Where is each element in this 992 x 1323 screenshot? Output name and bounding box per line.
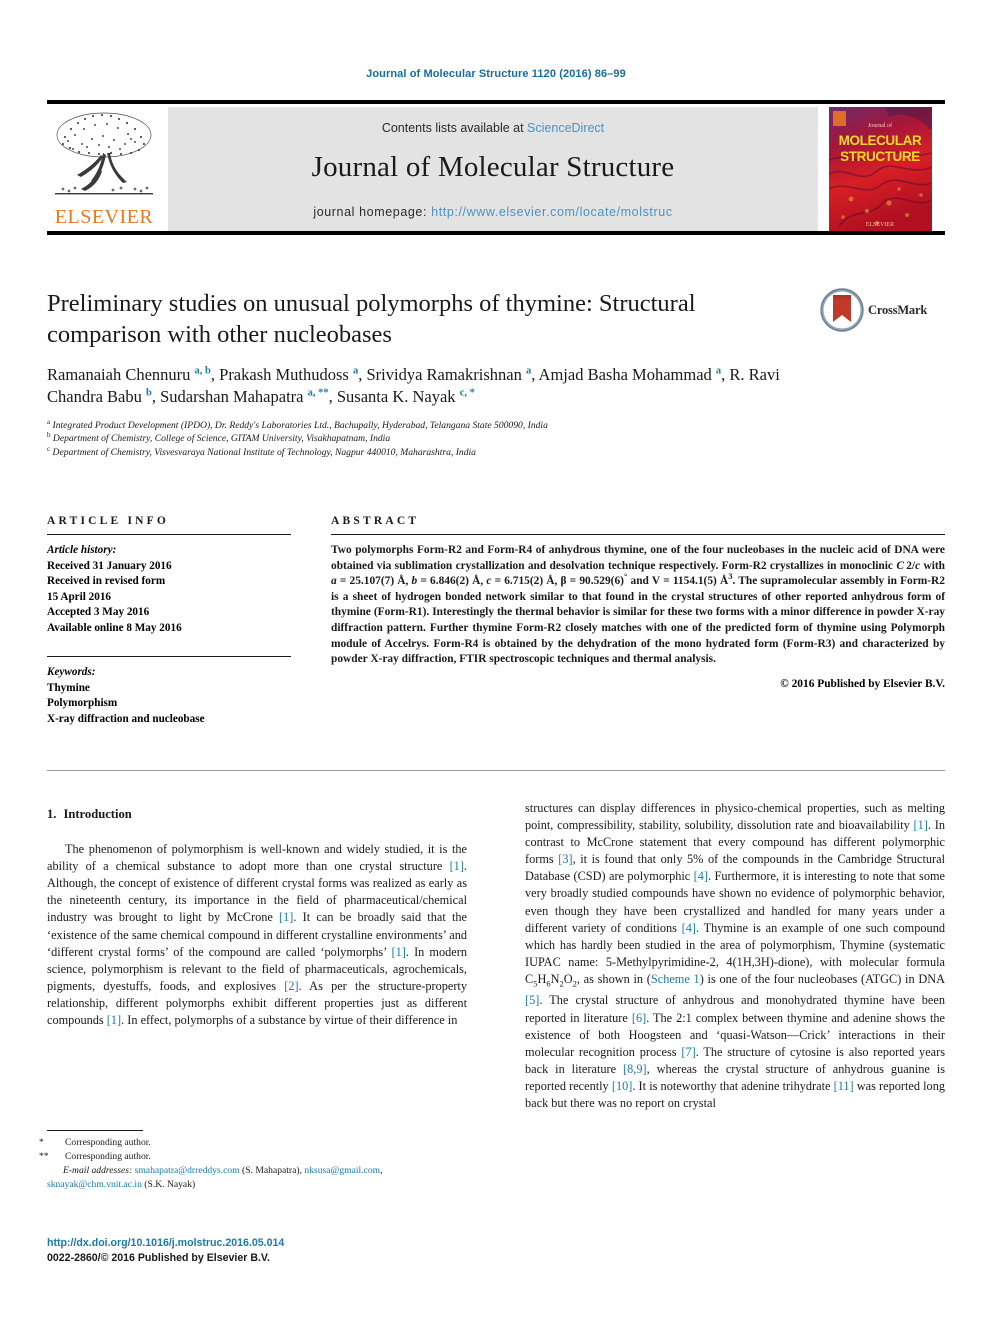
crossmark-icon[interactable]: [820, 288, 864, 332]
masthead-banner: Contents lists available at ScienceDirec…: [168, 107, 818, 231]
doi-block: http://dx.doi.org/10.1016/j.molstruc.201…: [47, 1236, 477, 1266]
crossmark-label: CrossMark: [868, 303, 928, 317]
svg-text:ELSEVIER: ELSEVIER: [866, 222, 894, 228]
footnote-rule: [47, 1130, 143, 1131]
journal-homepage-line: journal homepage: http://www.elsevier.co…: [168, 205, 818, 219]
elsevier-wordmark: ELSEVIER: [54, 206, 154, 228]
footnote-emails: E-mail addresses: smahapatra@drreddys.co…: [47, 1164, 467, 1191]
email-link-2[interactable]: nksusa@gmail.com: [304, 1165, 380, 1176]
affiliation-item: a Integrated Product Development (IPDO),…: [47, 417, 792, 432]
homepage-prefix: journal homepage:: [313, 205, 432, 219]
affiliation-mark: a: [47, 417, 51, 426]
svg-text:Journal of: Journal of: [868, 122, 892, 129]
email-link-3[interactable]: sknayak@chm.vnit.ac.in: [47, 1179, 142, 1190]
abstract-column: ABSTRACT Two polymorphs Form-R2 and Form…: [331, 515, 945, 690]
email-addresses-label: E-mail addresses:: [63, 1165, 133, 1177]
footnote-text: Corresponding author.: [65, 1150, 151, 1162]
masthead-bottom-rule: [47, 231, 945, 235]
svg-text:MOLECULAR: MOLECULAR: [839, 133, 922, 148]
journal-cover-art: Journal of MOLECULAR STRUCTURE ELSEVIER: [829, 107, 932, 231]
body-column-left: 1. Introduction The phenomenon of polymor…: [47, 806, 467, 1029]
body-divider: [47, 770, 945, 771]
history-item: 15 April 2016: [47, 590, 112, 603]
article-history-label: Article history:: [47, 544, 117, 556]
title-block: Preliminary studies on unusual polymorph…: [47, 288, 792, 459]
affiliation-item: c Department of Chemistry, Visvesvaraya …: [47, 444, 792, 459]
history-item: Accepted 3 May 2016: [47, 606, 150, 618]
email-owner-3: (S.K. Nayak): [144, 1178, 196, 1190]
article-history-list: Received 31 January 2016 Received in rev…: [47, 559, 291, 637]
abstract-text: Two polymorphs Form-R2 and Form-R4 of an…: [331, 544, 945, 666]
crossmark-badge[interactable]: CrossMark: [820, 288, 940, 344]
abstract-copyright: © 2016 Published by Elsevier B.V.: [780, 677, 945, 690]
footnote-mark: **: [39, 1150, 49, 1162]
keywords-list: Thymine Polymorphism X-ray diffraction a…: [47, 681, 291, 728]
footnote-block: * Corresponding author. ** Corresponding a…: [39, 1130, 467, 1191]
abstract-rule: [331, 534, 945, 535]
author-list: Ramanaiah Chennuru a, b, Prakash Muthudo…: [47, 365, 780, 406]
email-owner-1: (S. Mahapatra): [242, 1165, 300, 1177]
elsevier-logo: ELSEVIER: [47, 107, 161, 231]
footnote-mark: *: [39, 1137, 44, 1148]
paragraph: The phenomenon of polymorphism is well-k…: [47, 842, 467, 1028]
journal-masthead: ELSEVIER Contents lists available at Sci…: [47, 100, 945, 235]
masthead-top-rule: [47, 100, 945, 104]
article-info-rule: [47, 534, 291, 535]
email-separator-2: ,: [380, 1165, 383, 1177]
svg-text:STRUCTURE: STRUCTURE: [840, 149, 920, 164]
affiliation-list: a Integrated Product Development (IPDO),…: [47, 417, 792, 459]
keyword-item: Thymine: [47, 681, 90, 694]
affiliation-text: Department of Chemistry, College of Scie…: [52, 433, 391, 445]
keywords-block: Keywords: Thymine Polymorphism X-ray dif…: [47, 665, 291, 727]
journal-article-page: Journal of Molecular Structure 1120 (201…: [0, 0, 992, 1323]
history-item: Available online 8 May 2016: [47, 621, 182, 634]
email-link-1[interactable]: smahapatra@drreddys.com: [135, 1165, 240, 1176]
contents-lists-line: Contents lists available at ScienceDirec…: [168, 121, 818, 135]
article-info-heading: ARTICLE INFO: [47, 515, 170, 527]
keyword-item: Polymorphism: [47, 697, 118, 709]
body-column-right: structures can display differences in ph…: [525, 800, 945, 1112]
email-separator: ,: [299, 1165, 302, 1177]
contents-prefix: Contents lists available at: [381, 121, 528, 135]
affiliation-mark: b: [47, 431, 51, 440]
section-title: Introduction: [63, 807, 132, 821]
affiliation-text: Integrated Product Development (IPDO), D…: [52, 420, 548, 431]
journal-homepage-link[interactable]: http://www.elsevier.com/locate/molstruc: [431, 205, 673, 219]
sciencedirect-link[interactable]: ScienceDirect: [527, 121, 604, 135]
history-item: Received 31 January 2016: [47, 559, 172, 572]
abstract-heading: ABSTRACT: [331, 515, 420, 527]
affiliation-item: b Department of Chemistry, College of Sc…: [47, 432, 792, 445]
page-title: Preliminary studies on unusual polymorph…: [47, 290, 696, 348]
paragraph: structures can display differences in ph…: [525, 801, 946, 1111]
keywords-label: Keywords:: [47, 666, 96, 678]
affiliation-mark: c: [47, 444, 51, 453]
journal-cover-thumbnail: Journal of MOLECULAR STRUCTURE ELSEVIER: [829, 107, 932, 231]
running-head: Journal of Molecular Structure 1120 (201…: [366, 68, 626, 80]
section-heading-introduction: 1. Introduction: [47, 806, 467, 823]
section-number: 1.: [47, 807, 57, 821]
keyword-item: X-ray diffraction and nucleobase: [47, 712, 205, 725]
history-item: Received in revised form: [47, 575, 166, 587]
issn-copyright-line: 0022-2860/© 2016 Published by Elsevier B…: [47, 1252, 270, 1264]
article-info-column: ARTICLE INFO Article history: Received 3…: [47, 515, 291, 727]
journal-title: Journal of Molecular Structure: [311, 151, 675, 183]
footnote-text: Corresponding author.: [65, 1137, 151, 1148]
footnote-corresponding-2: ** Corresponding author.: [39, 1150, 467, 1164]
footnote-corresponding-1: * Corresponding author.: [39, 1136, 467, 1150]
elsevier-tree-icon: [55, 112, 153, 195]
keywords-rule: [47, 656, 291, 657]
affiliation-text: Department of Chemistry, Visvesvaraya Na…: [52, 446, 476, 458]
doi-link[interactable]: http://dx.doi.org/10.1016/j.molstruc.201…: [47, 1236, 477, 1251]
